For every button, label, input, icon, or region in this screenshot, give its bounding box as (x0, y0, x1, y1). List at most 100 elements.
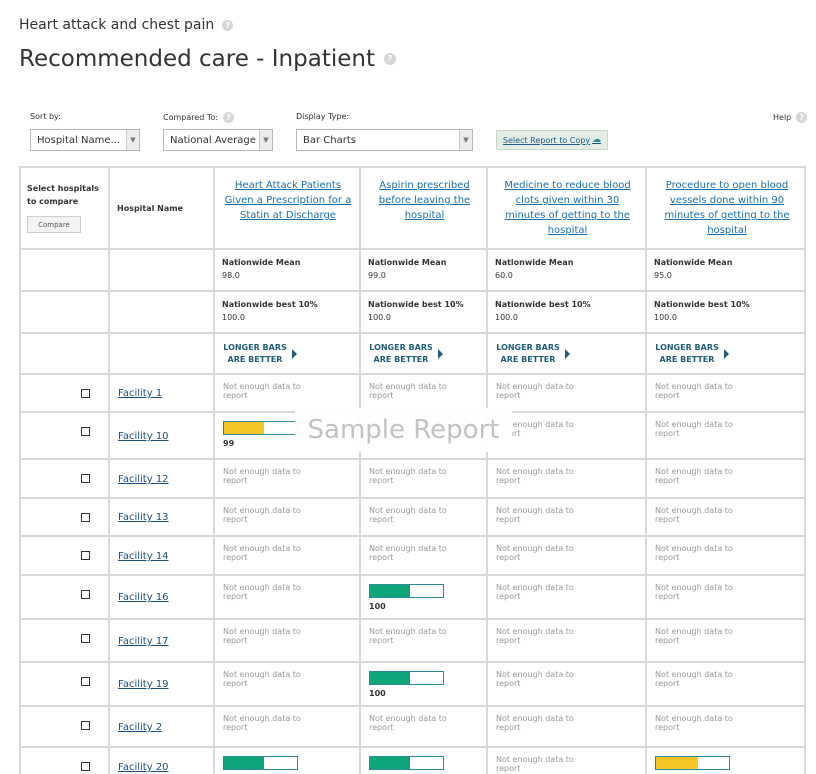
section-subtitle: Heart attack and chest pain ? (19, 17, 234, 33)
not-enough-data: Not enough data to report (496, 382, 574, 400)
longer-bars-better: LONGER BARS ARE BETTER (222, 342, 297, 366)
select-hospital-checkbox[interactable] (81, 762, 90, 771)
not-enough-data: Not enough data to report (223, 714, 301, 732)
longer-bars-text: LONGER BARS ARE BETTER (369, 343, 433, 364)
not-enough-data: Not enough data to report (223, 583, 301, 601)
not-enough-data: Not enough data to report (655, 382, 733, 400)
not-enough-data: Not enough data to report (655, 670, 733, 688)
not-enough-data: Not enough data to report (369, 544, 447, 562)
facility-link[interactable]: Facility 17 (118, 636, 169, 647)
facility-link[interactable]: Facility 10 (118, 431, 169, 442)
nationwide-mean-value: 95.0 (654, 271, 672, 280)
select-hospital-checkbox[interactable] (81, 389, 90, 398)
arrow-right-icon (565, 349, 570, 359)
cloud-upload-icon: ☁ (592, 135, 602, 145)
not-enough-data: Not enough data to report (496, 467, 574, 485)
facility-link[interactable]: Facility 16 (118, 592, 169, 603)
not-enough-data: Not enough data to report (223, 382, 301, 400)
nationwide-best-label: Nationwide best 10% (222, 300, 318, 309)
not-enough-data: Not enough data to report (655, 544, 733, 562)
facility-link[interactable]: Facility 12 (118, 474, 169, 485)
not-enough-data: Not enough data to report (655, 467, 733, 485)
measure-header-link[interactable]: Medicine to reduce blood clots given wit… (497, 178, 638, 238)
display-label-text: Display Type: (296, 112, 350, 121)
select-hospital-checkbox[interactable] (81, 551, 90, 560)
nationwide-best-value: 100.0 (495, 313, 518, 322)
help-link-text[interactable]: Help (773, 113, 791, 122)
hospital-name-header: Hospital Name (117, 204, 184, 213)
display-select[interactable]: Bar Charts ▼ (296, 129, 473, 151)
chevron-down-icon[interactable]: ▼ (126, 130, 139, 150)
score-bar-fill (656, 757, 698, 769)
nationwide-mean-value: 60.0 (495, 271, 513, 280)
longer-bars-text: LONGER BARS ARE BETTER (496, 343, 560, 364)
chevron-down-icon[interactable]: ▼ (459, 130, 472, 150)
compared-label-text: Compared To: (163, 113, 219, 122)
select-hospital-checkbox[interactable] (81, 474, 90, 483)
not-enough-data: Not enough data to report (496, 544, 574, 562)
facility-link[interactable]: Facility 2 (118, 722, 162, 733)
not-enough-data: Not enough data to report (655, 714, 733, 732)
not-enough-data: Not enough data to report (369, 714, 447, 732)
select-hospital-checkbox[interactable] (81, 590, 90, 599)
longer-bars-better: LONGER BARS ARE BETTER (495, 342, 570, 366)
compare-button[interactable]: Compare (27, 216, 81, 233)
score-bar (369, 671, 444, 685)
sort-select[interactable]: Hospital Name... ▼ (30, 129, 140, 151)
facility-link[interactable]: Facility 19 (118, 679, 169, 690)
select-hospital-checkbox[interactable] (81, 721, 90, 730)
sample-report-watermark: Sample Report (295, 408, 512, 452)
copy-report-button[interactable]: Select Report to Copy ☁ (496, 130, 608, 150)
longer-bars-text: LONGER BARS ARE BETTER (223, 343, 287, 364)
not-enough-data: Not enough data to report (369, 382, 447, 400)
not-enough-data: Not enough data to report (496, 755, 574, 773)
comparison-table: Select hospitals to compare Compare Hosp… (19, 166, 806, 774)
score-bar-fill (370, 757, 411, 769)
select-hospital-checkbox[interactable] (81, 677, 90, 686)
select-hospital-checkbox[interactable] (81, 634, 90, 643)
select-hospital-checkbox[interactable] (81, 513, 90, 522)
not-enough-data: Not enough data to report (223, 670, 301, 688)
not-enough-data: Not enough data to report (655, 627, 733, 645)
help-icon[interactable]: ? (383, 53, 396, 65)
help-icon[interactable]: ? (223, 112, 235, 123)
longer-bars-better: LONGER BARS ARE BETTER (368, 342, 443, 366)
help-link[interactable]: Help ? (773, 112, 808, 123)
nationwide-mean-label: Nationwide Mean (654, 258, 733, 267)
nationwide-mean: Nationwide Mean 95.0 (654, 258, 732, 280)
copy-report-label: Select Report to Copy (502, 135, 591, 145)
nationwide-best-value: 100.0 (222, 313, 245, 322)
select-hospital-checkbox[interactable] (81, 427, 90, 436)
longer-bars-text: LONGER BARS ARE BETTER (655, 343, 719, 364)
not-enough-data: Not enough data to report (655, 583, 733, 601)
not-enough-data: Not enough data to report (655, 420, 733, 438)
score-value: 100 (369, 689, 386, 698)
measure-header-link[interactable]: Heart Attack Patients Given a Prescripti… (224, 178, 352, 223)
help-icon[interactable]: ? (796, 112, 808, 123)
select-hospitals-header: Select hospitals to compare (27, 184, 99, 206)
compared-select[interactable]: National Average ▼ (163, 129, 273, 151)
nationwide-best-label: Nationwide best 10% (495, 300, 591, 309)
not-enough-data: Not enough data to report (369, 467, 447, 485)
score-bar (223, 421, 298, 435)
sort-label: Sort by: (30, 112, 61, 121)
display-label: Display Type: (296, 112, 349, 121)
nationwide-mean: Nationwide Mean 60.0 (495, 258, 573, 280)
not-enough-data: Not enough data to report (655, 506, 733, 524)
help-icon[interactable]: ? (222, 19, 234, 31)
facility-link[interactable]: Facility 13 (118, 512, 169, 523)
chevron-down-icon[interactable]: ▼ (259, 130, 272, 150)
facility-link[interactable]: Facility 20 (118, 762, 169, 773)
measure-header-link[interactable]: Procedure to open blood vessels done wit… (656, 178, 798, 238)
not-enough-data: Not enough data to report (496, 506, 574, 524)
measure-header-link[interactable]: Aspirin prescribed before leaving the ho… (370, 178, 479, 223)
facility-link[interactable]: Facility 1 (118, 388, 162, 399)
not-enough-data: Not enough data to report (223, 467, 301, 485)
nationwide-best-value: 100.0 (368, 313, 391, 322)
facility-link[interactable]: Facility 14 (118, 551, 169, 562)
score-bar-fill (224, 422, 265, 434)
score-bar-fill (224, 757, 265, 769)
section-subtitle-text: Heart attack and chest pain (19, 17, 215, 33)
nationwide-mean-label: Nationwide Mean (368, 258, 447, 267)
page-title-text: Recommended care - Inpatient (19, 46, 375, 72)
